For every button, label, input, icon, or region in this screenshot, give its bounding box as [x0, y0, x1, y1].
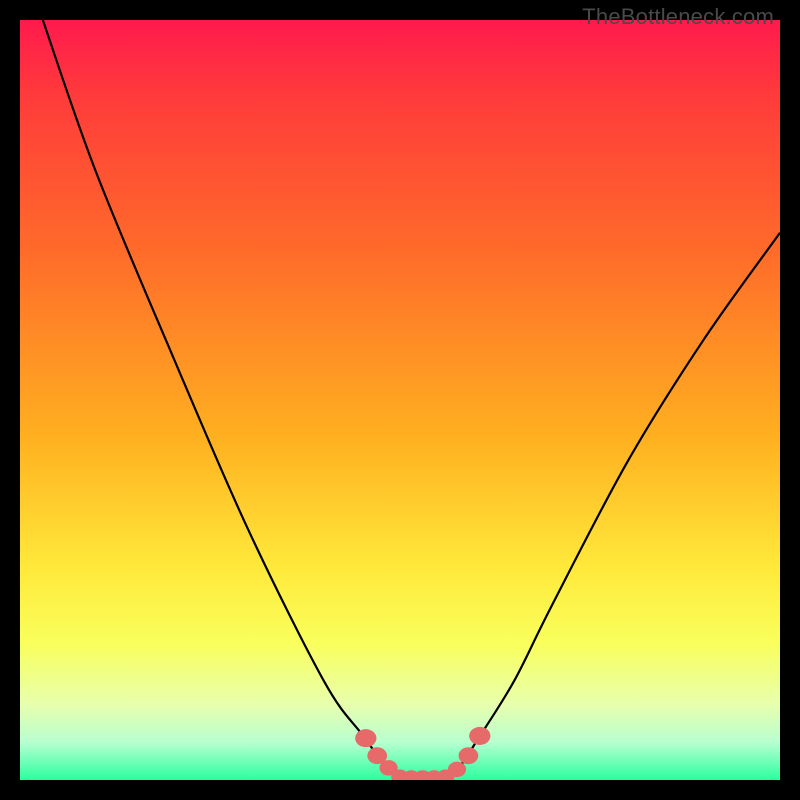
curve-marker: [448, 762, 466, 778]
bottleneck-curve: [43, 20, 780, 780]
attribution-label: TheBottleneck.com: [582, 4, 774, 30]
curve-marker: [459, 747, 479, 764]
curve-marker: [355, 729, 376, 747]
curve-marker: [469, 727, 490, 745]
chart-plot-area: [20, 20, 780, 780]
chart-svg: [20, 20, 780, 780]
chart-markers: [355, 727, 490, 780]
